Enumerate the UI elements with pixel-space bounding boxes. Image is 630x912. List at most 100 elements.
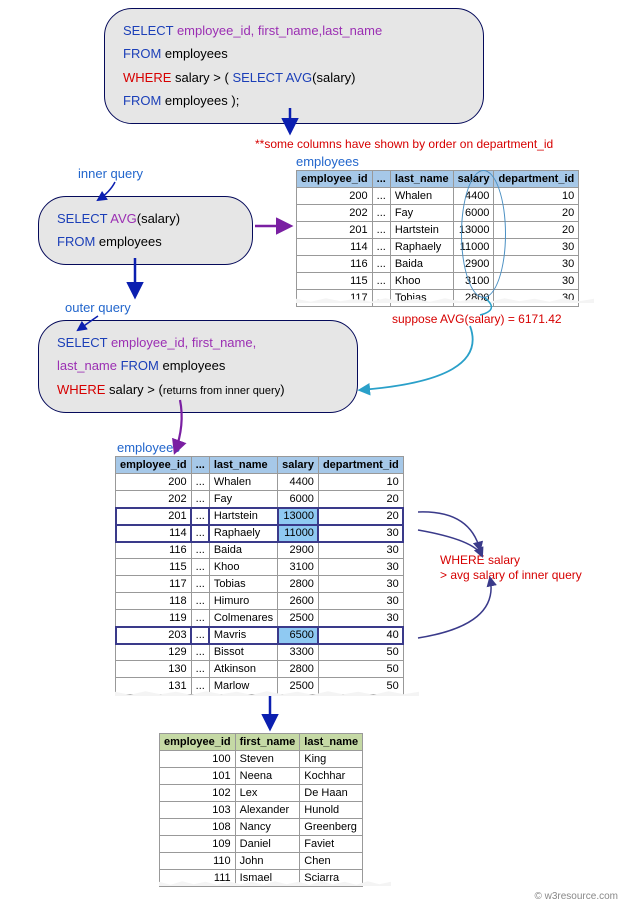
query-line: SELECT employee_id, first_name, bbox=[57, 331, 339, 354]
table-cell: 13000 bbox=[278, 508, 319, 525]
table-cell: Mavris bbox=[209, 627, 277, 644]
table-row: 117...Tobias280030 bbox=[297, 290, 579, 307]
kw-where: WHERE bbox=[57, 382, 105, 397]
table-cell: 119 bbox=[116, 610, 192, 627]
table-cell: 2800 bbox=[278, 576, 319, 593]
table-cell: Khoo bbox=[209, 559, 277, 576]
query-line: FROM employees ); bbox=[123, 89, 465, 112]
table-cell: 30 bbox=[318, 576, 403, 593]
kw-selectavg: SELECT AVG bbox=[232, 70, 312, 85]
table-cell: ... bbox=[191, 576, 209, 593]
table-cell: ... bbox=[191, 644, 209, 661]
table-row: 108NancyGreenberg bbox=[160, 819, 363, 836]
table-row: 201...Hartstein1300020 bbox=[297, 222, 579, 239]
table-cell: ... bbox=[191, 542, 209, 559]
hdr: employee_id bbox=[160, 734, 236, 751]
table-cell: 116 bbox=[297, 256, 373, 273]
table-cell: Faviet bbox=[300, 836, 363, 853]
kw-select: SELECT bbox=[123, 23, 173, 38]
main-query-box: SELECT employee_id, first_name,last_name… bbox=[104, 8, 484, 124]
kw-select: SELECT bbox=[57, 211, 107, 226]
employees-label-1: employees bbox=[296, 154, 359, 169]
table-cell: 203 bbox=[116, 627, 192, 644]
table-cell: 30 bbox=[494, 273, 579, 290]
hdr: ... bbox=[372, 171, 390, 188]
table-cell: Fay bbox=[390, 205, 453, 222]
kw-from: FROM bbox=[123, 46, 161, 61]
table-cell: ... bbox=[372, 239, 390, 256]
hdr: department_id bbox=[318, 457, 403, 474]
kw-avg: AVG bbox=[107, 211, 136, 226]
table-row: 131...Marlow250050 bbox=[116, 678, 404, 695]
inner-ret: returns from inner query bbox=[163, 385, 280, 397]
table-cell: Atkinson bbox=[209, 661, 277, 678]
table-cell: 11000 bbox=[278, 525, 319, 542]
employees-table-2: employee_id ... last_name salary departm… bbox=[115, 456, 404, 695]
table-cell: Colmenares bbox=[209, 610, 277, 627]
table-cell: ... bbox=[191, 508, 209, 525]
table-cell: Greenberg bbox=[300, 819, 363, 836]
table-cell: Tobias bbox=[209, 576, 277, 593]
table-row: 100StevenKing bbox=[160, 751, 363, 768]
table-cell: 20 bbox=[494, 205, 579, 222]
table-cell: 30 bbox=[494, 239, 579, 256]
table-cell: 6000 bbox=[453, 205, 494, 222]
employees-table-1: employee_id ... last_name salary departm… bbox=[296, 170, 579, 307]
table-row: 101NeenaKochhar bbox=[160, 768, 363, 785]
hdr: employee_id bbox=[116, 457, 192, 474]
kw-from2: FROM bbox=[123, 93, 161, 108]
table-cell: 4400 bbox=[278, 474, 319, 491]
table-cell: 11000 bbox=[453, 239, 494, 256]
table-cell: King bbox=[300, 751, 363, 768]
table-cell: ... bbox=[372, 205, 390, 222]
inner-query-label: inner query bbox=[78, 166, 143, 181]
table-cell: Himuro bbox=[209, 593, 277, 610]
table-cell: 50 bbox=[318, 644, 403, 661]
table-cell: ... bbox=[191, 525, 209, 542]
table-cell: Hartstein bbox=[390, 222, 453, 239]
table-cell: ... bbox=[191, 661, 209, 678]
table-cell: 117 bbox=[116, 576, 192, 593]
table-row: 116...Baida290030 bbox=[116, 542, 404, 559]
table-cell: ... bbox=[372, 290, 390, 307]
table-cell: John bbox=[235, 853, 300, 870]
table-cell: 100 bbox=[160, 751, 236, 768]
table-cell: Raphaely bbox=[390, 239, 453, 256]
close: ) bbox=[280, 382, 284, 397]
table-cell: Neena bbox=[235, 768, 300, 785]
table-row: 201...Hartstein1300020 bbox=[116, 508, 404, 525]
table-cell: ... bbox=[191, 559, 209, 576]
table-cell: 202 bbox=[116, 491, 192, 508]
table-row: 110JohnChen bbox=[160, 853, 363, 870]
table-cell: 40 bbox=[318, 627, 403, 644]
table-cell: 115 bbox=[297, 273, 373, 290]
hdr: last_name bbox=[300, 734, 363, 751]
table-cell: ... bbox=[191, 474, 209, 491]
table-cell: ... bbox=[372, 256, 390, 273]
table-cell: Chen bbox=[300, 853, 363, 870]
table-cell: ... bbox=[372, 273, 390, 290]
table-cell: Whalen bbox=[209, 474, 277, 491]
table-cell: 3100 bbox=[453, 273, 494, 290]
table-row: 119...Colmenares250030 bbox=[116, 610, 404, 627]
table-cell: Hartstein bbox=[209, 508, 277, 525]
table-cell: 30 bbox=[318, 525, 403, 542]
table-cell: 130 bbox=[116, 661, 192, 678]
where-salary-label-2: > avg salary of inner query bbox=[440, 568, 582, 582]
table-cell: De Haan bbox=[300, 785, 363, 802]
table-cell: 114 bbox=[116, 525, 192, 542]
hdr: salary bbox=[453, 171, 494, 188]
table-cell: 6000 bbox=[278, 491, 319, 508]
table-cell: 102 bbox=[160, 785, 236, 802]
txt2: (salary) bbox=[312, 70, 355, 85]
table-row: 117...Tobias280030 bbox=[116, 576, 404, 593]
table-row: 115...Khoo310030 bbox=[297, 273, 579, 290]
tbl: employees bbox=[95, 234, 161, 249]
table-cell: 30 bbox=[494, 256, 579, 273]
hdr: department_id bbox=[494, 171, 579, 188]
table-cell: 2900 bbox=[453, 256, 494, 273]
table-cell: Tobias bbox=[390, 290, 453, 307]
table-row: 103AlexanderHunold bbox=[160, 802, 363, 819]
table-cell: 13000 bbox=[453, 222, 494, 239]
table-cell: Alexander bbox=[235, 802, 300, 819]
